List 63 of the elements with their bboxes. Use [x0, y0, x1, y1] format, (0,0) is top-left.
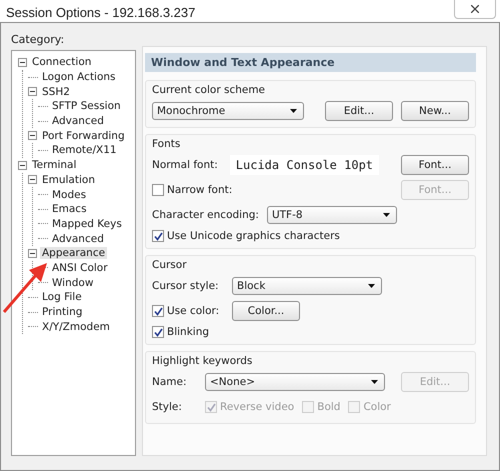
tree-item[interactable]: Advanced [50, 232, 106, 245]
panel-header: Window and Text Appearance [145, 53, 476, 72]
tree-item[interactable]: Window [50, 276, 96, 289]
dropdown[interactable]: Monochrome [152, 102, 304, 120]
tree-item[interactable]: Mapped Keys [50, 218, 124, 230]
collapse-icon[interactable] [28, 87, 37, 96]
tree-item[interactable]: X/Y/Zmodem [40, 320, 112, 333]
tree-item[interactable]: Advanced [50, 115, 106, 128]
collapse-icon[interactable] [28, 131, 37, 140]
tree-item[interactable]: Port Forwarding [40, 130, 127, 142]
dropdown[interactable]: UTF-8 [266, 206, 397, 224]
tree-item[interactable]: Logon Actions [40, 71, 118, 84]
dropdown[interactable]: Block [232, 277, 382, 295]
checkbox-label: Color [363, 401, 391, 413]
caret-icon [371, 380, 378, 384]
tree-item[interactable]: SSH2 [40, 86, 72, 98]
checkbox[interactable] [152, 326, 164, 338]
checkbox-label: Bold [317, 401, 340, 413]
group-title: Fonts [152, 138, 182, 150]
button[interactable]: Font... [401, 155, 469, 175]
dropdown[interactable]: <None> [205, 373, 385, 391]
checkbox-label: Blinking [167, 326, 210, 338]
tree-item[interactable]: Modes [50, 188, 88, 201]
checkbox[interactable] [152, 230, 164, 242]
group-title: Highlight keywords [152, 355, 254, 367]
caret-icon [382, 213, 390, 217]
tree-item[interactable]: Appearance [40, 247, 108, 260]
tree-item[interactable]: Remote/X11 [50, 144, 119, 156]
tree-item[interactable]: Emulation [40, 174, 97, 186]
checkbox-label: Use color: [167, 305, 220, 317]
close-icon [471, 4, 479, 12]
collapse-icon[interactable] [28, 248, 37, 258]
collapse-icon[interactable] [18, 58, 27, 67]
checkbox-label: Use Unicode graphics characters [167, 230, 340, 242]
field-label: Name: [152, 376, 188, 388]
checkbox-label: Reverse video [220, 401, 294, 413]
collapse-icon[interactable] [18, 160, 27, 170]
field-label: Cursor style: [152, 280, 220, 292]
category-label: Category: [11, 33, 66, 46]
checkbox-label: Narrow font: [167, 184, 232, 196]
tree-item[interactable]: Printing [40, 306, 84, 318]
tree-item[interactable]: SFTP Session [50, 100, 123, 112]
field-label: Normal font: [152, 159, 218, 171]
collapse-icon[interactable] [28, 175, 37, 184]
group-title: Cursor [152, 259, 188, 271]
checkbox[interactable] [152, 184, 164, 196]
window-title: Session Options - 192.168.3.237 [6, 4, 196, 20]
tree-item[interactable]: Emacs [50, 203, 89, 216]
field-label: Style: [152, 401, 183, 413]
tree-item[interactable]: Connection [30, 56, 94, 68]
field-label: Character encoding: [152, 209, 259, 221]
font-preview: Lucida Console 10pt [230, 155, 380, 175]
close-button[interactable] [454, 0, 496, 18]
group-title: Current color scheme [152, 84, 266, 96]
checkbox[interactable] [152, 305, 164, 317]
caret-icon [290, 109, 297, 113]
caret-icon [368, 284, 375, 288]
tree-item[interactable]: Terminal [30, 159, 78, 172]
tree-item[interactable]: Log File [40, 291, 84, 304]
button[interactable]: Color... [232, 301, 300, 321]
tree-item[interactable]: ANSI Color [50, 262, 110, 274]
button[interactable]: New... [401, 101, 469, 121]
button[interactable]: Edit... [325, 101, 393, 121]
